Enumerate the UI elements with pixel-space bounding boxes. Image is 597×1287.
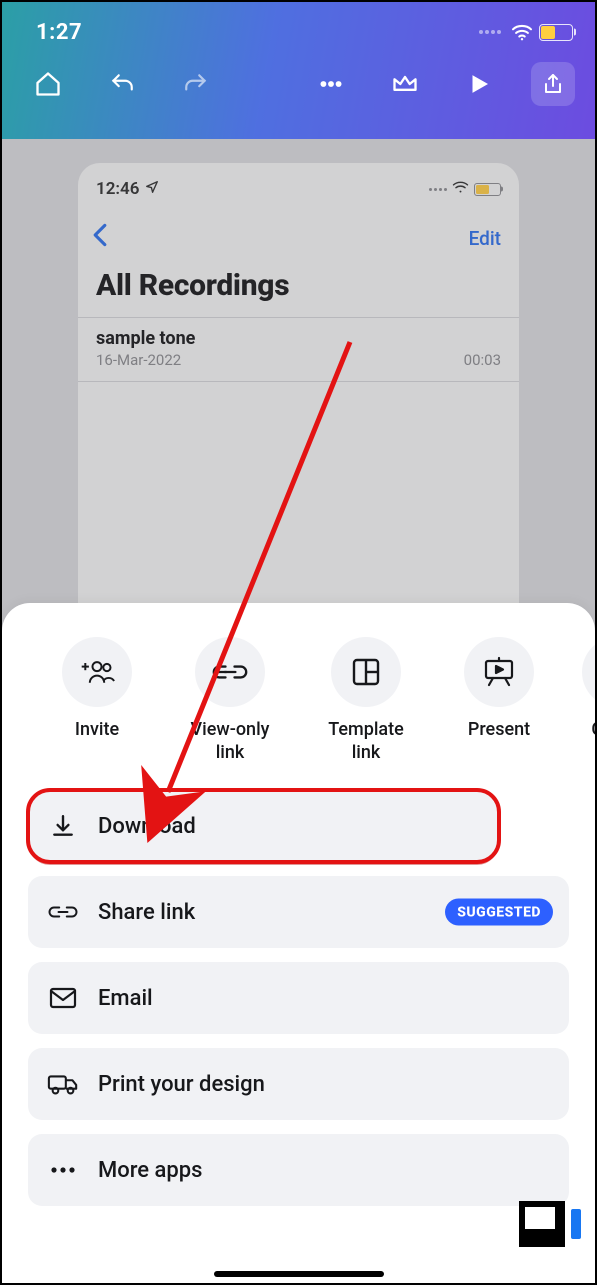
template-icon — [331, 637, 401, 707]
suggested-badge: SUGGESTED — [445, 899, 553, 926]
more-options-button[interactable] — [309, 62, 353, 106]
share-link-button[interactable]: Share link SUGGESTED — [28, 876, 569, 948]
share-option-template-link[interactable]: Template link — [308, 637, 424, 764]
email-label: Email — [98, 986, 153, 1011]
more-dots-icon — [46, 1165, 80, 1175]
share-option-view-only-link[interactable]: View-only link — [172, 637, 288, 764]
share-action-list: Download Share link SUGGESTED Email — [2, 776, 595, 1206]
invite-people-icon — [62, 637, 132, 707]
play-preview-button[interactable] — [457, 62, 501, 106]
share-export-button[interactable] — [531, 62, 575, 106]
more-apps-button[interactable]: More apps — [28, 1134, 569, 1206]
share-option-label: Invite — [75, 719, 119, 742]
email-icon — [46, 987, 80, 1009]
status-right — [479, 23, 573, 41]
share-option-invite[interactable]: Invite — [42, 637, 152, 764]
link-icon — [46, 903, 80, 921]
share-option-label: Template link — [328, 719, 404, 764]
app-header: 1:27 — [2, 2, 595, 139]
print-label: Print your design — [98, 1072, 265, 1097]
premium-crown-button[interactable] — [383, 62, 427, 106]
wifi-icon — [511, 23, 533, 41]
present-icon — [464, 637, 534, 707]
share-link-label: Share link — [98, 900, 195, 925]
share-sheet: Invite View-only link Template link — [2, 603, 595, 1283]
device-status-bar: 1:27 — [2, 2, 595, 52]
undo-button[interactable] — [100, 62, 144, 106]
battery-icon — [539, 24, 573, 41]
redo-button[interactable] — [174, 62, 218, 106]
truck-icon — [46, 1072, 80, 1096]
home-indicator[interactable] — [214, 1271, 384, 1277]
download-button[interactable]: Download — [28, 790, 499, 862]
link-icon — [195, 637, 265, 707]
share-options-row[interactable]: Invite View-only link Template link — [2, 631, 595, 776]
share-option-label: Clipbo — [591, 719, 595, 742]
share-option-present[interactable]: Present — [444, 637, 554, 764]
status-time: 1:27 — [36, 20, 82, 45]
watermark-logo — [519, 1201, 581, 1247]
clipboard-icon — [582, 637, 595, 707]
editor-toolbar — [2, 52, 595, 106]
email-button[interactable]: Email — [28, 962, 569, 1034]
print-design-button[interactable]: Print your design — [28, 1048, 569, 1120]
share-option-label: View-only link — [191, 719, 270, 764]
more-apps-label: More apps — [98, 1158, 202, 1183]
download-label: Download — [98, 814, 196, 839]
cellular-signal-icon — [479, 30, 501, 34]
home-button[interactable] — [26, 62, 70, 106]
share-option-label: Present — [468, 719, 530, 742]
download-icon — [46, 813, 80, 839]
share-option-clipboard[interactable]: Clipbo — [574, 637, 595, 764]
